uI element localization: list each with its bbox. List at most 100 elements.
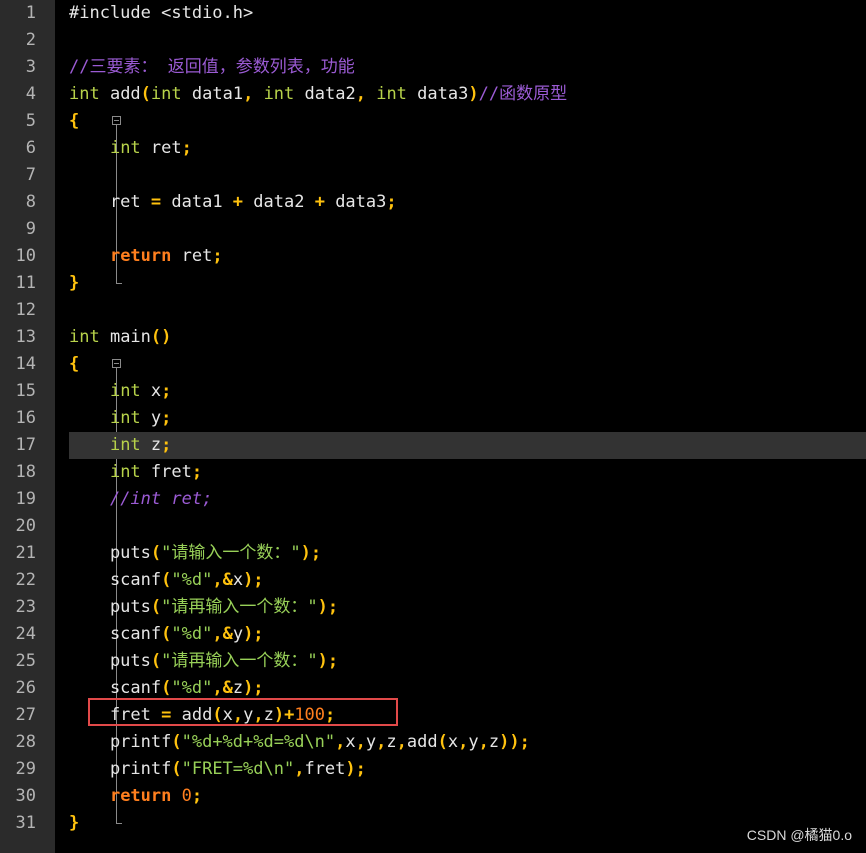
- code-line[interactable]: 18 int fret;: [0, 459, 866, 486]
- code-line[interactable]: 26 scanf("%d",&z);: [0, 675, 866, 702]
- code-token: 100: [294, 705, 326, 725]
- code-line[interactable]: 8 ret = data1 + data2 + data3;: [0, 189, 866, 216]
- code-token: data1: [181, 84, 244, 104]
- code-text[interactable]: [69, 513, 866, 540]
- code-token: );: [345, 759, 366, 779]
- code-line[interactable]: 7: [0, 162, 866, 189]
- code-text[interactable]: puts("请输入一个数：");: [69, 540, 866, 567]
- code-text[interactable]: int add(int data1, int data2, int data3)…: [69, 81, 866, 108]
- code-line[interactable]: 28 printf("%d+%d+%d=%d\n",x,y,z,add(x,y,…: [0, 729, 866, 756]
- code-token: add: [171, 705, 213, 725]
- code-token: printf: [69, 732, 172, 752]
- code-token: "请再输入一个数：": [161, 651, 318, 671]
- code-line[interactable]: 24 scanf("%d",&y);: [0, 621, 866, 648]
- code-text[interactable]: [69, 297, 866, 324]
- code-text[interactable]: int x;: [69, 378, 866, 405]
- code-text[interactable]: [69, 162, 866, 189]
- code-line[interactable]: 5{: [0, 108, 866, 135]
- code-text[interactable]: #include <stdio.h>: [69, 0, 866, 27]
- code-token: "%d+%d+%d=%d\n": [181, 732, 336, 752]
- code-text[interactable]: int main(): [69, 324, 866, 351]
- code-editor[interactable]: 1 #include <stdio.h> 2 3//三要素： 返回值，参数列表，功能 4…: [0, 0, 866, 853]
- code-token: );: [243, 570, 264, 590]
- code-token: z: [263, 705, 274, 725]
- code-text[interactable]: scanf("%d",&z);: [69, 675, 866, 702]
- code-text[interactable]: return 0;: [69, 783, 866, 810]
- code-token: ,: [335, 732, 346, 752]
- code-text[interactable]: }: [69, 270, 866, 297]
- code-line[interactable]: 3 //三要素： 返回值，参数列表，功能: [0, 54, 866, 81]
- line-number: 26: [15, 678, 36, 698]
- code-token: main: [99, 327, 151, 347]
- code-token: printf: [69, 759, 172, 779]
- code-text[interactable]: scanf("%d",&x);: [69, 567, 866, 594]
- code-text[interactable]: int y;: [69, 405, 866, 432]
- code-token: ,: [396, 732, 407, 752]
- code-line[interactable]: 27 fret = add(x,y,z)+100;: [0, 702, 866, 729]
- code-token: {: [69, 111, 80, 131]
- line-number: 9: [25, 219, 36, 239]
- code-text[interactable]: scanf("%d",&y);: [69, 621, 866, 648]
- code-token: (: [150, 543, 162, 563]
- code-line[interactable]: 11}: [0, 270, 866, 297]
- line-number: 24: [15, 624, 36, 644]
- code-line[interactable]: 13 int main(): [0, 324, 866, 351]
- code-token: 0: [181, 786, 192, 806]
- code-line[interactable]: 31}: [0, 810, 866, 837]
- code-text[interactable]: //三要素： 返回值，参数列表，功能: [69, 54, 866, 81]
- code-line[interactable]: 2: [0, 27, 866, 54]
- code-line[interactable]: 12: [0, 297, 866, 324]
- code-token: ,: [243, 84, 254, 104]
- line-number: 20: [15, 516, 36, 536]
- line-number: 10: [15, 246, 36, 266]
- code-text[interactable]: [69, 216, 866, 243]
- code-token: ;: [212, 246, 223, 266]
- code-line[interactable]: 19 //int ret;: [0, 486, 866, 513]
- code-text[interactable]: {: [69, 108, 866, 135]
- code-line[interactable]: 1 #include <stdio.h>: [0, 0, 866, 27]
- code-line[interactable]: 15 int x;: [0, 378, 866, 405]
- code-token: );: [317, 597, 339, 617]
- code-text[interactable]: printf("FRET=%d\n",fret);: [69, 756, 866, 783]
- code-text[interactable]: int ret;: [69, 135, 866, 162]
- code-line[interactable]: 14 {: [0, 351, 866, 378]
- code-text[interactable]: puts("请再输入一个数：");: [69, 648, 866, 675]
- code-text[interactable]: puts("请再输入一个数：");: [69, 594, 866, 621]
- code-token: add: [406, 732, 438, 752]
- code-line[interactable]: 4 int add(int data1, int data2, int data3…: [0, 81, 866, 108]
- code-token: "FRET=%d\n": [181, 759, 295, 779]
- code-text[interactable]: printf("%d+%d+%d=%d\n",x,y,z,add(x,y,z))…: [69, 729, 866, 756]
- code-text[interactable]: ret = data1 + data2 + data3;: [69, 189, 866, 216]
- code-token: ,&: [212, 678, 233, 698]
- code-line[interactable]: 23 puts("请再输入一个数：");: [0, 594, 866, 621]
- code-token: (: [171, 759, 182, 779]
- code-text[interactable]: [69, 27, 866, 54]
- code-text[interactable]: int z;: [69, 432, 866, 459]
- code-text[interactable]: //int ret;: [69, 486, 866, 513]
- code-text[interactable]: {: [69, 351, 866, 378]
- code-line[interactable]: 21 puts("请输入一个数：");: [0, 540, 866, 567]
- line-number: 16: [15, 408, 36, 428]
- code-line[interactable]: 29 printf("FRET=%d\n",fret);: [0, 756, 866, 783]
- code-line[interactable]: 16 int y;: [0, 405, 866, 432]
- line-number: 18: [15, 462, 36, 482]
- code-line[interactable]: 17 int z;: [0, 432, 866, 459]
- code-token: (: [161, 570, 172, 590]
- code-token: +: [314, 192, 325, 212]
- code-line[interactable]: 30 return 0;: [0, 783, 866, 810]
- code-line[interactable]: 9: [0, 216, 866, 243]
- code-line[interactable]: 10 return ret;: [0, 243, 866, 270]
- code-line[interactable]: 25 puts("请再输入一个数：");: [0, 648, 866, 675]
- code-line[interactable]: 6 int ret;: [0, 135, 866, 162]
- code-token: =: [150, 192, 162, 212]
- code-token: int: [109, 408, 141, 428]
- code-token: z: [232, 678, 244, 698]
- watermark: CSDN @橘猫0.o: [746, 827, 852, 843]
- code-text[interactable]: fret = add(x,y,z)+100;: [69, 702, 866, 729]
- code-text[interactable]: return ret;: [69, 243, 866, 270]
- code-line[interactable]: 22 scanf("%d",&x);: [0, 567, 866, 594]
- code-text[interactable]: int fret;: [69, 459, 866, 486]
- code-line[interactable]: 20: [0, 513, 866, 540]
